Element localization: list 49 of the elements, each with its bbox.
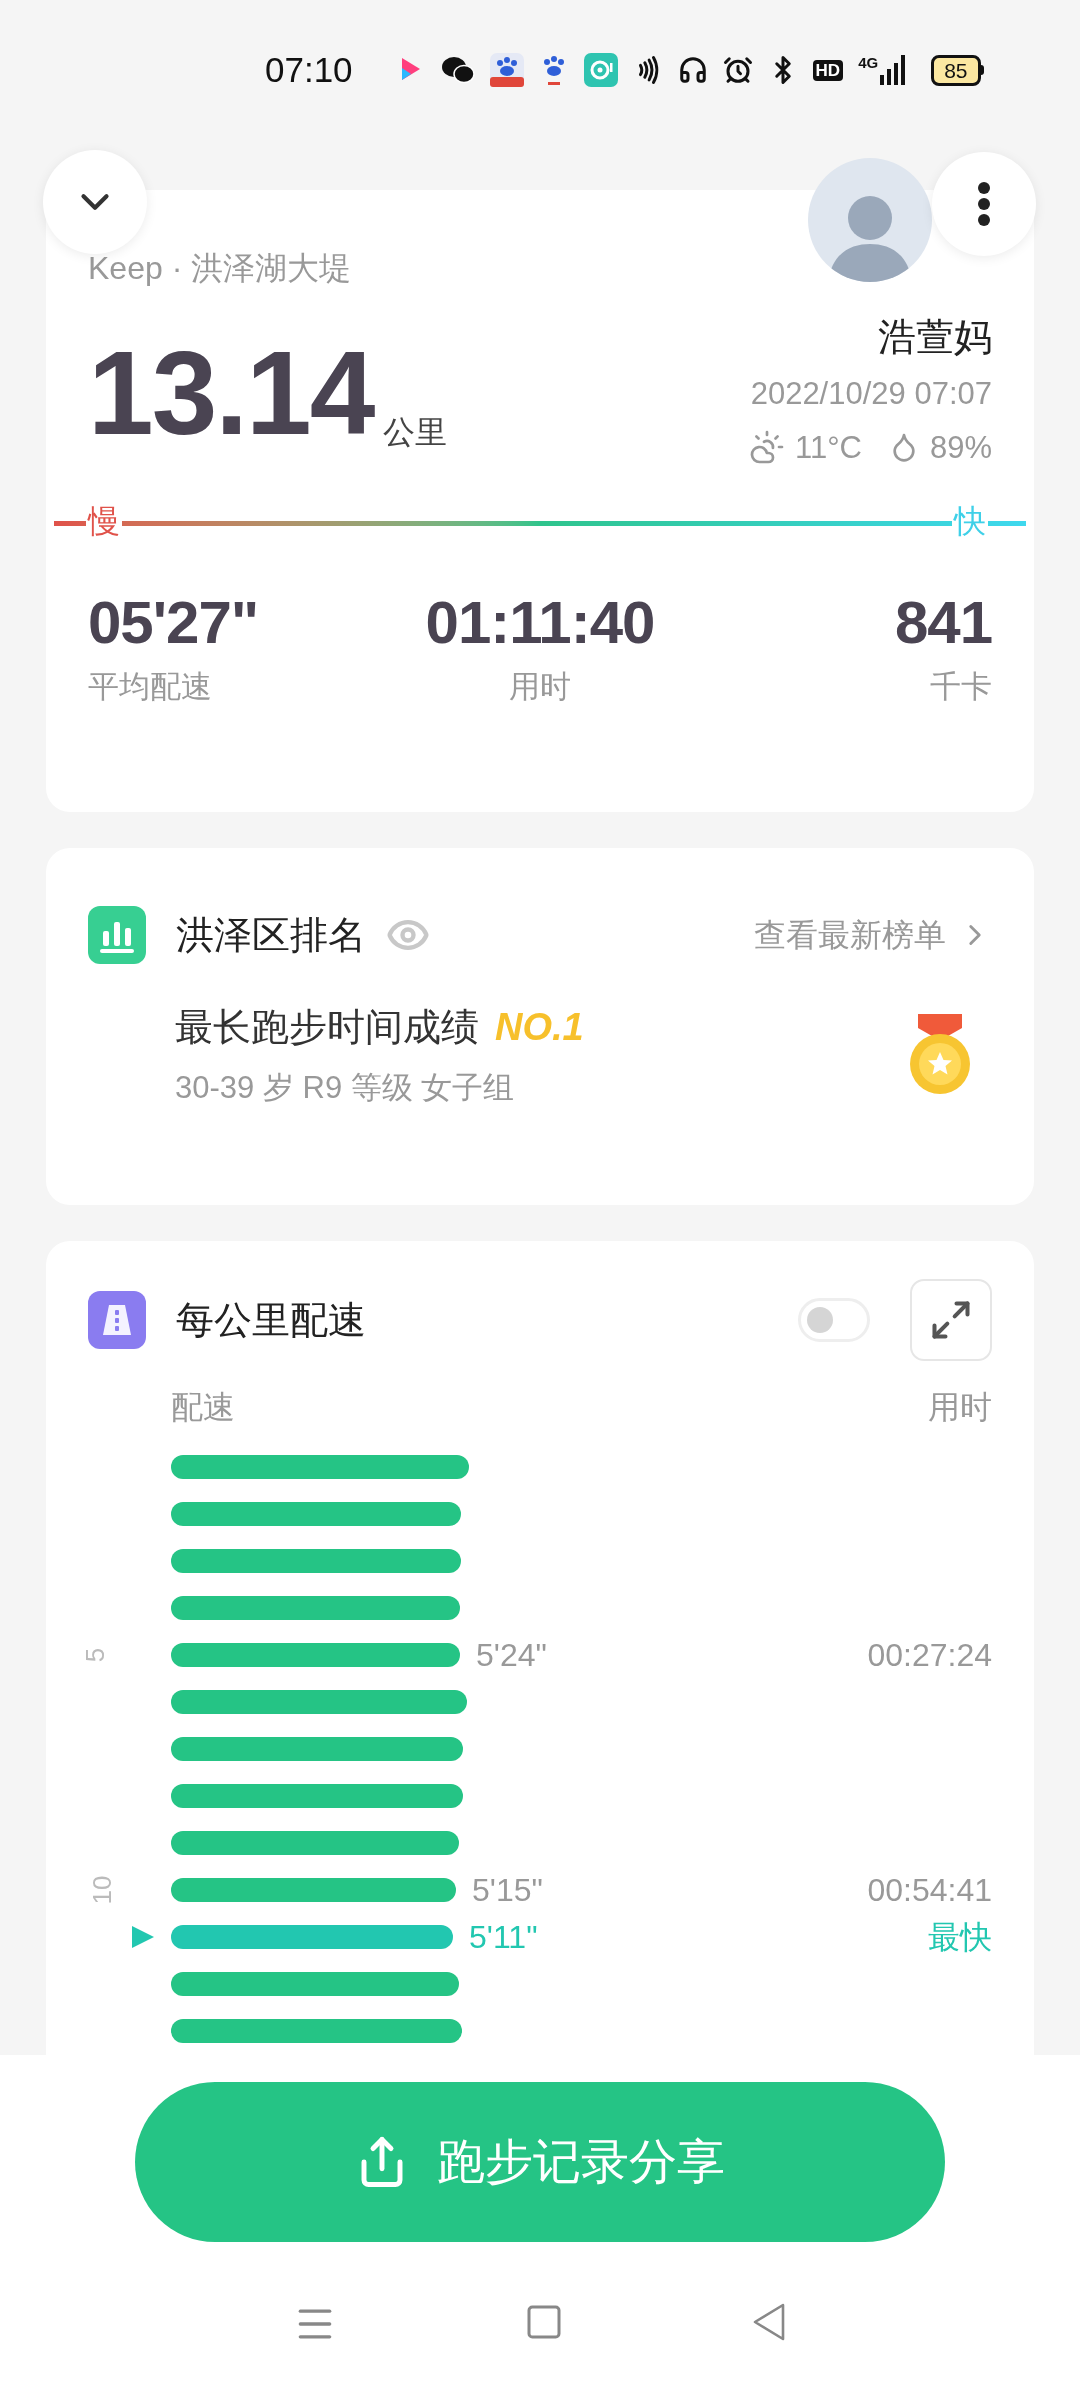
stat-label: 千卡 (930, 671, 992, 702)
ranking-title: 洪泽区排名 (176, 916, 366, 954)
more-icon (977, 181, 991, 227)
workout-datetime: 2022/10/29 07:07 (750, 378, 992, 409)
leaderboard-link[interactable]: 查看最新榜单 (754, 918, 992, 952)
time-column-header: 用时 (928, 1391, 992, 1423)
stat-value: 05'27" (88, 593, 259, 653)
weather-icon (749, 429, 785, 465)
signal-icon (880, 55, 907, 85)
paw-icon (489, 53, 524, 87)
rank-label: NO.1 (495, 1008, 584, 1046)
headphones-icon (677, 55, 708, 85)
pace-value: 5'15" (472, 1873, 543, 1906)
distance-value: 13.14 (88, 334, 374, 452)
hd-indicator: HD (812, 59, 844, 81)
share-button[interactable]: 跑步记录分享 (135, 2082, 945, 2242)
stat-value: 841 (894, 593, 992, 653)
battery-indicator: 85 (931, 54, 984, 86)
network-type: 4G (858, 55, 879, 70)
pointer-arrow-icon (130, 1923, 156, 1950)
stat-label: 平均配速 (88, 671, 212, 702)
split-time: 00:27:24 (867, 1638, 992, 1671)
expand-icon (929, 1298, 973, 1342)
user-name: 浩萱妈 (878, 318, 992, 356)
bar-chart-icon (88, 906, 146, 964)
alarm-icon (722, 55, 753, 85)
pace-value: 5'24" (476, 1638, 547, 1671)
pace-value: 5'11" (469, 1920, 538, 1953)
achievement-title: 最长跑步时间成绩 (175, 1008, 479, 1046)
status-time: 07:10 (265, 48, 353, 91)
distance-unit: 公里 (383, 416, 448, 448)
stat-value: 01:11:40 (425, 593, 655, 653)
road-icon (88, 1291, 146, 1349)
pace-title: 每公里配速 (176, 1301, 366, 1339)
humidity: 89% (929, 431, 992, 463)
temperature: 11°C (795, 431, 862, 463)
km-marker: 5 (82, 1647, 109, 1662)
split-time: 00:54:41 (867, 1873, 992, 1906)
fast-label: 快 (952, 505, 988, 537)
toggle-switch[interactable] (798, 1298, 870, 1342)
chat-bubbles-icon (440, 55, 475, 85)
stat-label: 用时 (509, 671, 571, 702)
group-label: 30-39 岁 R9 等级 女子组 (175, 1072, 516, 1103)
source-label: Keep · 洪泽湖大堤 (88, 252, 353, 284)
pace-column-header: 配速 (171, 1391, 235, 1423)
expand-button[interactable] (910, 1279, 992, 1361)
slow-label: 慢 (86, 505, 122, 537)
km-marker: 10 (89, 1875, 116, 1904)
fastest-label: 最快 (928, 1920, 992, 1953)
